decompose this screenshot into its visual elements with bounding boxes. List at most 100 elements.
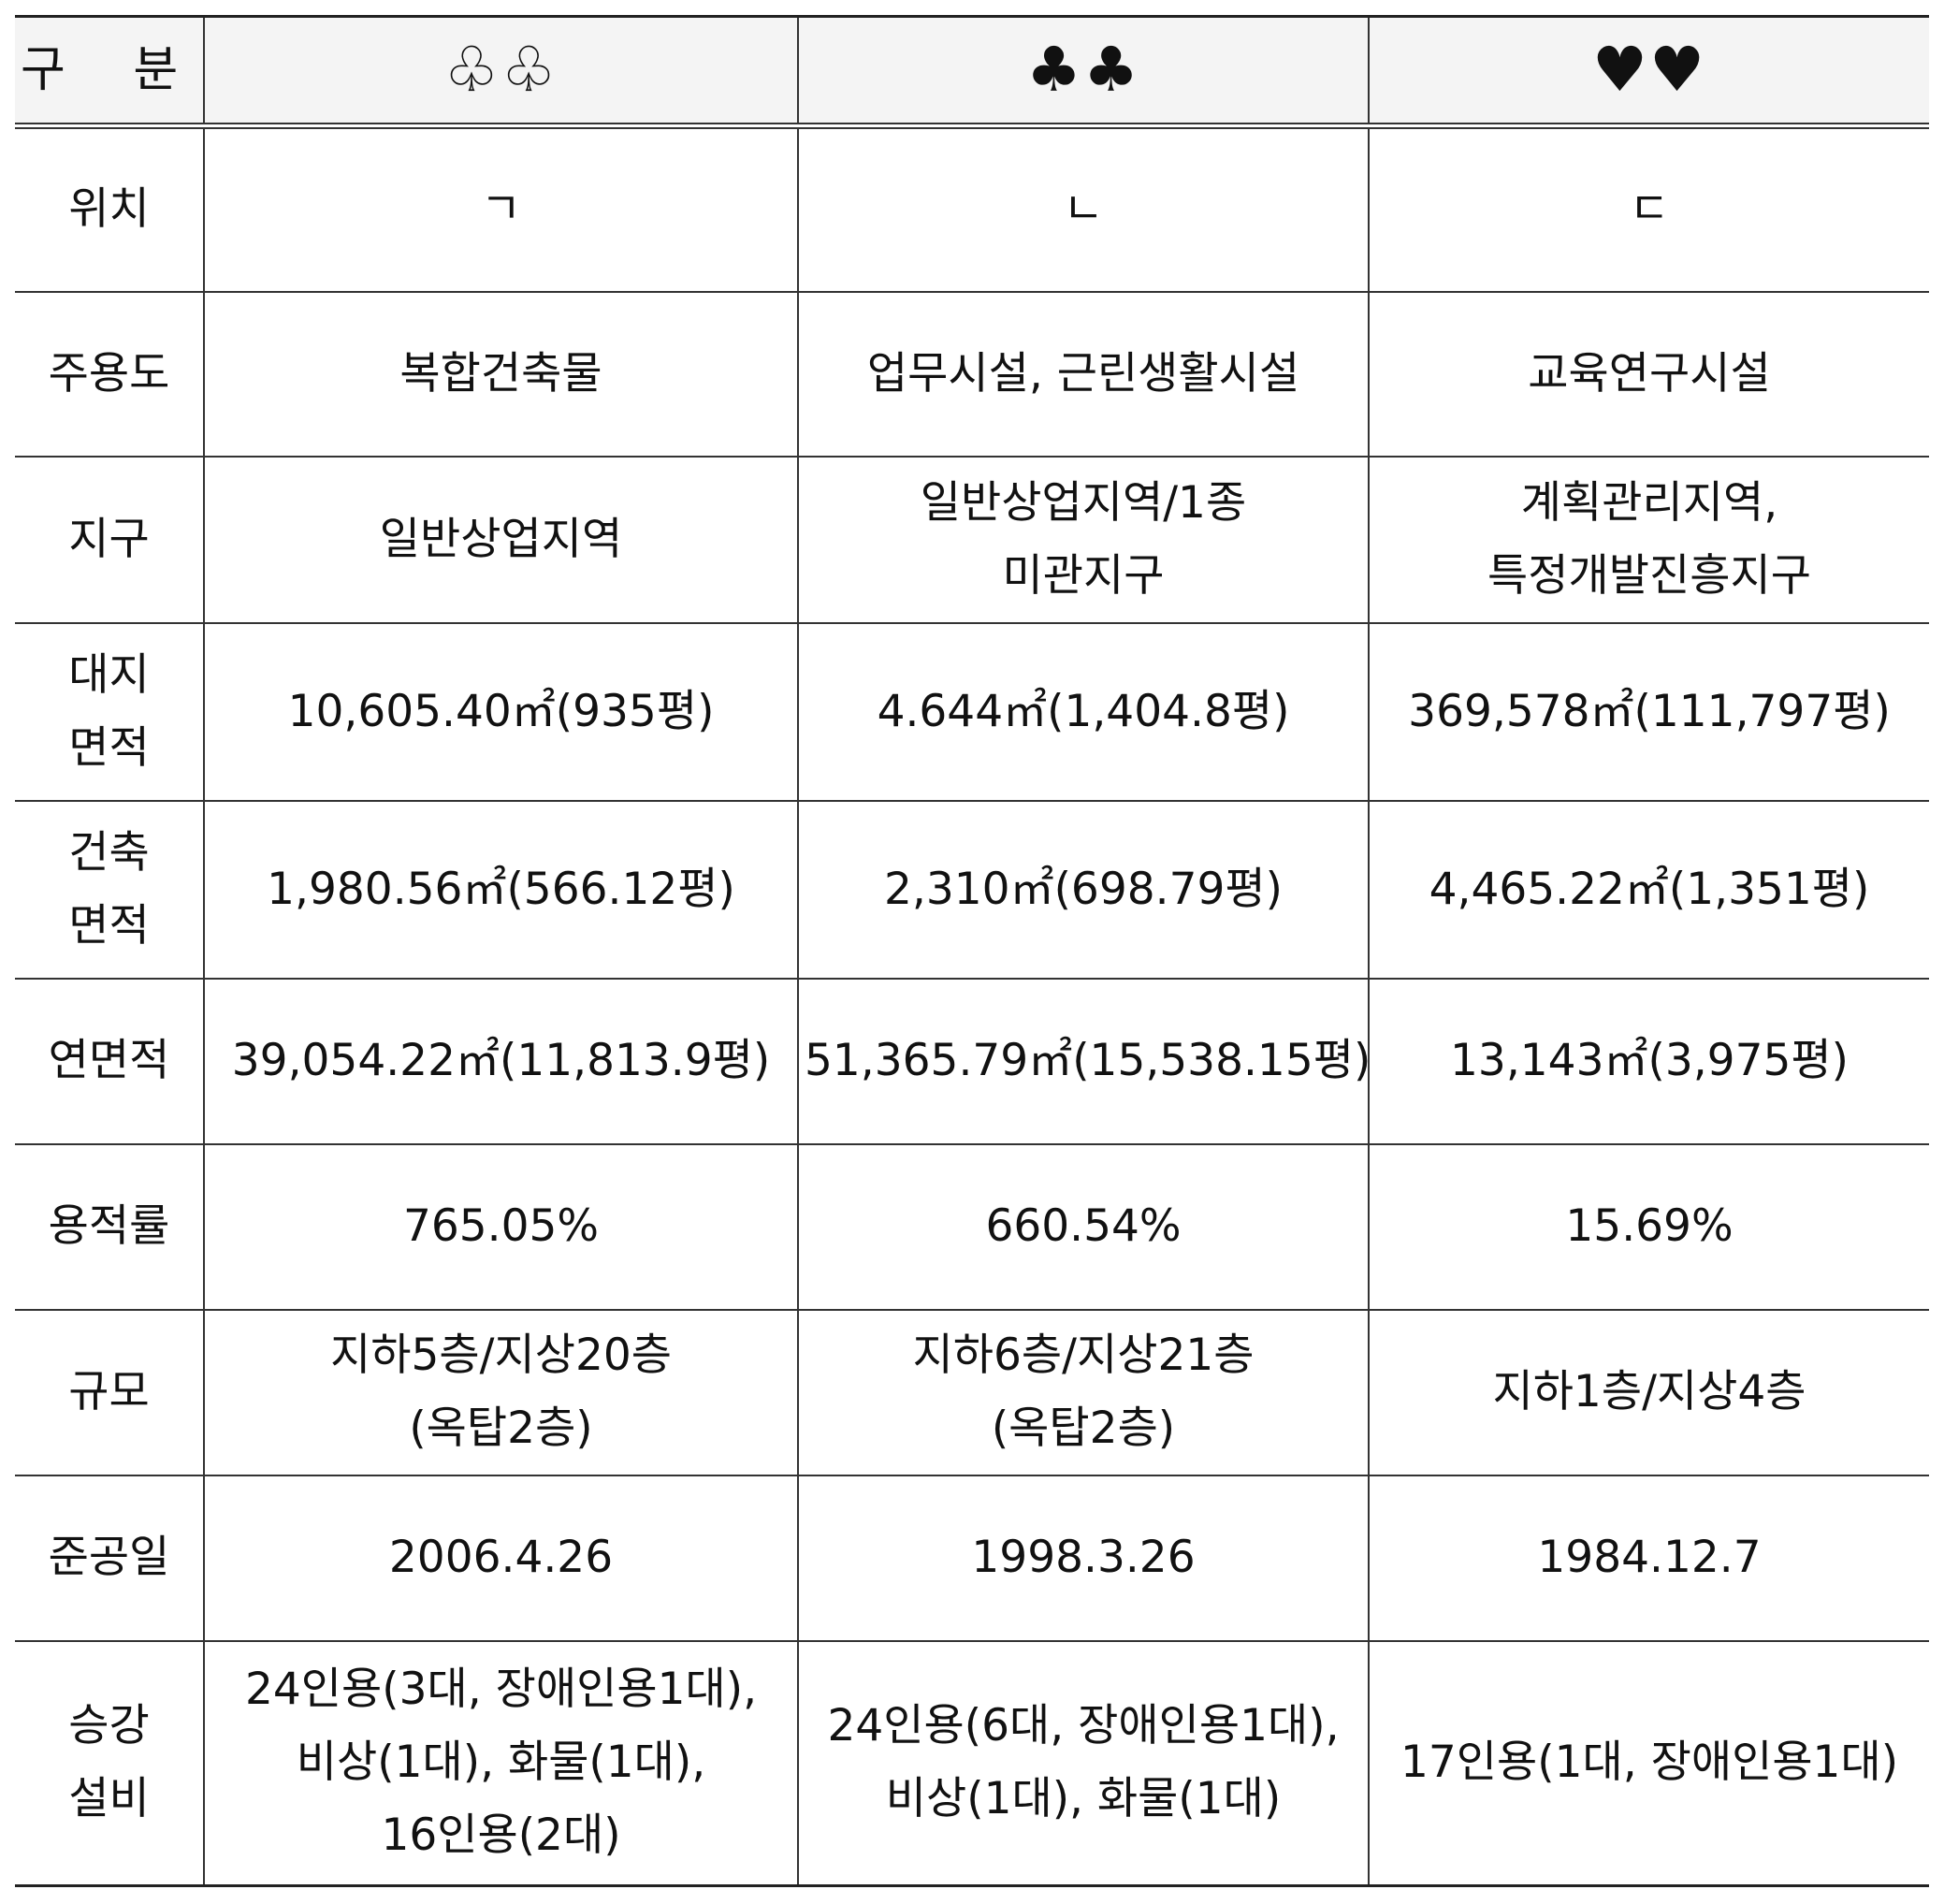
cell-line: 1998.3.26 — [971, 1532, 1196, 1583]
cell-line: 1984.12.7 — [1537, 1532, 1762, 1583]
row-label: 용적률 — [15, 1142, 205, 1311]
table-cell: 2006.4.26 — [203, 1474, 799, 1642]
row-label: 대지 면적 — [15, 621, 205, 802]
row-label-line: 용적률 — [48, 1200, 170, 1252]
cell-line: 15.69% — [1565, 1200, 1734, 1252]
building-comparison-table-container: 구 분 ♧♧ ♣♣ ♥♥ 위치 ㄱ ㄴ ㄷ 주용도 복합건축물 업무시설, 근린… — [15, 15, 1929, 1887]
table-cell: 17인용(1대, 장애인용1대) — [1368, 1639, 1929, 1887]
cell-line: 교육연구시설 — [1528, 347, 1771, 400]
table-cell: 13,143㎡(3,975평) — [1368, 977, 1929, 1145]
table-cell: 1984.12.7 — [1368, 1474, 1929, 1642]
cell-line: 4,465.22㎡(1,351평) — [1429, 863, 1870, 915]
table-row-main-use: 주용도 복합건축물 업무시설, 근린생활시설 교육연구시설 — [15, 290, 1929, 458]
row-label-line: 연면적 — [48, 1035, 170, 1086]
table-cell: 4.644㎡(1,404.8평) — [797, 621, 1370, 802]
cell-line: (옥탑2층) — [991, 1403, 1176, 1454]
table-row-total-floor-area: 연면적 39,054.22㎡(11,813.9평) 51,365.79㎡(15,… — [15, 977, 1929, 1145]
table-cell: 지하5층/지상20층 (옥탑2층) — [203, 1308, 799, 1476]
table-cell: 24인용(3대, 장애인용1대), 비상(1대), 화물(1대), 16인용(2… — [203, 1639, 799, 1887]
table-row-floor-area-ratio: 용적률 765.05% 660.54% 15.69% — [15, 1142, 1929, 1311]
cell-line: 일반상업지역/1종 — [920, 476, 1247, 529]
table-row-completion-date: 준공일 2006.4.26 1998.3.26 1984.12.7 — [15, 1474, 1929, 1642]
cell-line: 39,054.22㎡(11,813.9평) — [231, 1035, 771, 1086]
cell-line: 비상(1대), 화물(1대), — [296, 1737, 706, 1789]
cell-line: 1,980.56㎡(566.12평) — [267, 863, 735, 915]
cell-line: 10,605.40㎡(935평) — [287, 685, 715, 737]
table-cell: 1998.3.26 — [797, 1474, 1370, 1642]
table-row-scale: 규모 지하5층/지상20층 (옥탑2층) 지하6층/지상21층 (옥탑2층) 지… — [15, 1308, 1929, 1476]
cell-line: 24인용(6대, 장애인용1대), — [827, 1700, 1340, 1752]
row-label-line: 대지 — [68, 648, 150, 701]
cell-line: 765.05% — [402, 1200, 600, 1252]
header-col3-symbol: ♥♥ — [1368, 15, 1929, 129]
row-label: 승강 설비 — [15, 1639, 205, 1887]
cell-line: 51,365.79㎡(15,538.15평) — [805, 1035, 1369, 1086]
row-label: 연면적 — [15, 977, 205, 1145]
table-cell: 10,605.40㎡(935평) — [203, 621, 799, 802]
row-label-line: 규모 — [68, 1366, 150, 1417]
row-label-line: 건축 — [68, 826, 150, 879]
table-cell: 업무시설, 근린생활시설 — [797, 290, 1370, 458]
table-row-location: 위치 ㄱ ㄴ ㄷ — [15, 124, 1929, 293]
cell-line: 4.644㎡(1,404.8평) — [877, 685, 1290, 737]
table-cell: 660.54% — [797, 1142, 1370, 1311]
table-cell: 계획관리지역, 특정개발진흥지구 — [1368, 455, 1929, 624]
table-cell: ㄷ — [1368, 124, 1929, 293]
table-row-site-area: 대지 면적 10,605.40㎡(935평) 4.644㎡(1,404.8평) … — [15, 621, 1929, 802]
cell-line: 13,143㎡(3,975평) — [1450, 1035, 1849, 1086]
cell-line: 복합건축물 — [399, 347, 602, 400]
table-cell: 지하6층/지상21층 (옥탑2층) — [797, 1308, 1370, 1476]
row-label-line: 주용도 — [48, 347, 170, 400]
cell-line: ㄴ — [1063, 183, 1104, 236]
table-cell: 4,465.22㎡(1,351평) — [1368, 799, 1929, 980]
cell-line: 17인용(1대, 장애인용1대) — [1400, 1737, 1899, 1789]
table-cell: 2,310㎡(698.79평) — [797, 799, 1370, 980]
header-category-label: 구 분 — [15, 15, 205, 129]
cell-line: 비상(1대), 화물(1대) — [885, 1773, 1282, 1825]
table-cell: 일반상업지역/1종 미관지구 — [797, 455, 1370, 624]
row-label: 위치 — [15, 124, 205, 293]
row-label: 지구 — [15, 455, 205, 624]
table-cell: 15.69% — [1368, 1142, 1929, 1311]
cell-line: 특정개발진흥지구 — [1487, 549, 1811, 602]
row-label-line: 면적 — [68, 721, 150, 774]
table-row-elevators: 승강 설비 24인용(3대, 장애인용1대), 비상(1대), 화물(1대), … — [15, 1639, 1929, 1887]
table-cell: 복합건축물 — [203, 290, 799, 458]
cell-line: 지하5층/지상20층 — [330, 1330, 672, 1381]
table-row-building-area: 건축 면적 1,980.56㎡(566.12평) 2,310㎡(698.79평)… — [15, 799, 1929, 980]
row-label-line: 면적 — [68, 899, 150, 952]
cell-line: 369,578㎡(111,797평) — [1408, 685, 1891, 737]
cell-line: 계획관리지역, — [1520, 476, 1778, 529]
cell-line: 660.54% — [985, 1200, 1182, 1252]
cell-line: 지하1층/지상4층 — [1492, 1366, 1806, 1417]
row-label-line: 승강 — [68, 1700, 150, 1752]
table-row-district: 지구 일반상업지역 일반상업지역/1종 미관지구 계획관리지역, 특정개발진흥지… — [15, 455, 1929, 624]
cell-line: 24인용(3대, 장애인용1대), — [244, 1664, 758, 1716]
table-cell: 지하1층/지상4층 — [1368, 1308, 1929, 1476]
table-cell: ㄱ — [203, 124, 799, 293]
table-cell: 765.05% — [203, 1142, 799, 1311]
header-col1-symbol: ♧♧ — [203, 15, 799, 129]
row-label: 건축 면적 — [15, 799, 205, 980]
cell-line: 업무시설, 근린생활시설 — [866, 347, 1300, 400]
row-label: 주용도 — [15, 290, 205, 458]
cell-line: 일반상업지역 — [379, 513, 623, 565]
table-cell: 1,980.56㎡(566.12평) — [203, 799, 799, 980]
table-cell: 24인용(6대, 장애인용1대), 비상(1대), 화물(1대) — [797, 1639, 1370, 1887]
cell-line: 2,310㎡(698.79평) — [884, 863, 1283, 915]
table-cell: 369,578㎡(111,797평) — [1368, 621, 1929, 802]
cell-line: 2006.4.26 — [388, 1532, 614, 1583]
row-label: 규모 — [15, 1308, 205, 1476]
row-label-line: 준공일 — [48, 1532, 170, 1583]
cell-line: ㄷ — [1629, 183, 1670, 236]
table-cell: 51,365.79㎡(15,538.15평) — [797, 977, 1370, 1145]
header-col2-symbol: ♣♣ — [797, 15, 1370, 129]
cell-line: 지하6층/지상21층 — [912, 1330, 1255, 1381]
row-label-line: 지구 — [68, 513, 150, 565]
table-header-row: 구 분 ♧♧ ♣♣ ♥♥ — [15, 15, 1929, 129]
row-label: 준공일 — [15, 1474, 205, 1642]
row-label-line: 설비 — [68, 1773, 150, 1825]
cell-line: ㄱ — [480, 183, 522, 236]
cell-line: 16인용(2대) — [381, 1810, 621, 1862]
row-label-line: 위치 — [68, 183, 150, 236]
